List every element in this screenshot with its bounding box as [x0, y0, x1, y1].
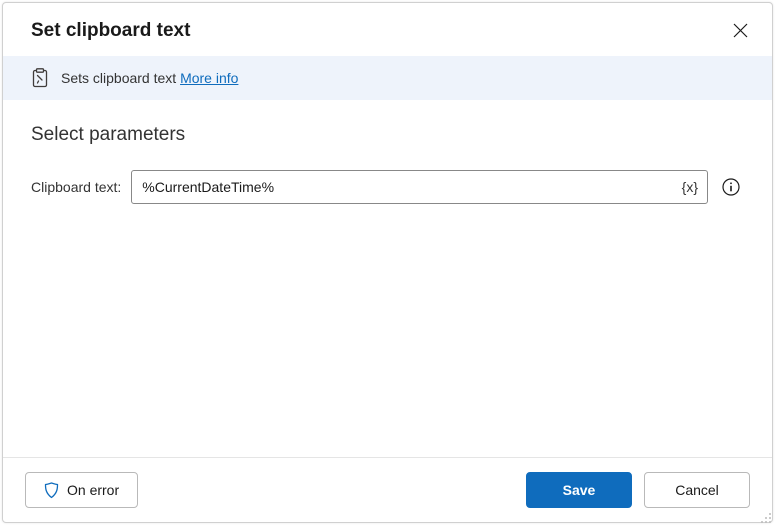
close-icon [733, 23, 748, 38]
on-error-button[interactable]: On error [25, 472, 138, 508]
param-info-button[interactable] [718, 174, 744, 200]
clipboard-text-input[interactable] [131, 170, 708, 204]
more-info-link[interactable]: More info [180, 70, 238, 86]
dialog-header: Set clipboard text [3, 3, 772, 56]
insert-variable-button[interactable]: {x} [678, 177, 702, 197]
dialog-title: Set clipboard text [31, 20, 190, 42]
clipboard-text-input-wrap: {x} [131, 170, 708, 204]
info-bar: Sets clipboard text More info [3, 56, 772, 100]
dialog-footer: On error Save Cancel [3, 457, 772, 522]
info-text-label: Sets clipboard text [61, 70, 176, 86]
cancel-button[interactable]: Cancel [644, 472, 750, 508]
shield-icon [44, 482, 59, 499]
dialog-body: Select parameters Clipboard text: {x} [3, 100, 772, 457]
clipboard-text-label: Clipboard text: [31, 179, 121, 195]
on-error-label: On error [67, 482, 119, 498]
dialog: Set clipboard text Sets clipboard text M… [2, 2, 773, 523]
clipboard-icon [31, 68, 49, 88]
save-button[interactable]: Save [526, 472, 632, 508]
footer-actions: Save Cancel [526, 472, 750, 508]
info-icon [722, 178, 740, 196]
close-button[interactable] [729, 19, 752, 42]
info-text: Sets clipboard text More info [61, 70, 238, 86]
param-row-clipboard-text: Clipboard text: {x} [31, 170, 744, 204]
section-title: Select parameters [31, 124, 744, 146]
